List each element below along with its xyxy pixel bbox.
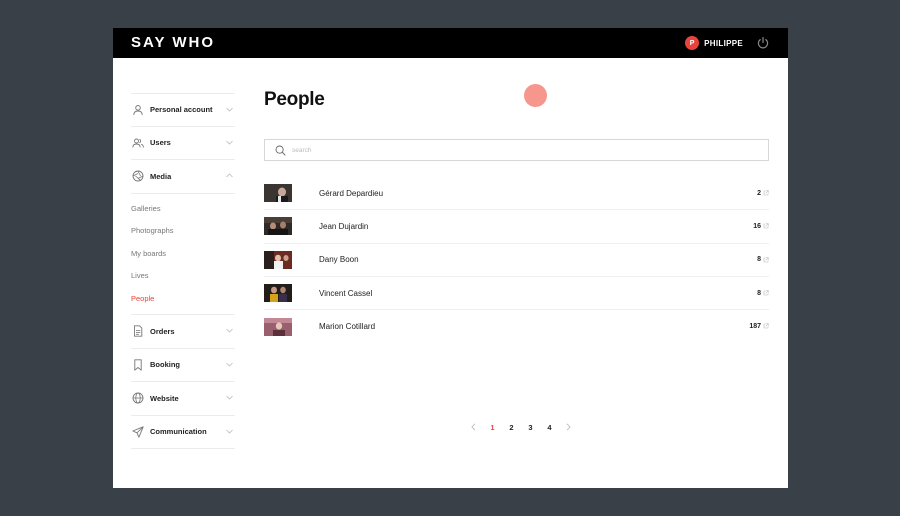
person-thumbnail[interactable] <box>264 284 292 303</box>
chevron-left-icon <box>471 423 476 431</box>
app-window: SAY WHO P PHILIPPE Personal account User <box>113 28 788 488</box>
page-3-button[interactable]: 3 <box>521 423 540 432</box>
chevron-down-icon <box>226 395 233 400</box>
logo[interactable]: SAY WHO <box>131 35 215 51</box>
link-icon[interactable] <box>763 223 769 229</box>
photo-count: 187 <box>749 323 761 331</box>
send-icon <box>132 426 144 438</box>
pagination: 1 2 3 4 <box>464 421 578 433</box>
page-title: People <box>264 89 325 110</box>
globe-icon <box>132 392 144 404</box>
link-icon[interactable] <box>763 256 769 263</box>
sidebar-item-communication[interactable]: Communication <box>131 416 235 449</box>
power-icon[interactable] <box>756 36 770 50</box>
person-thumbnail[interactable] <box>264 184 292 203</box>
users-icon <box>132 138 144 148</box>
user-name[interactable]: PHILIPPE <box>704 39 743 48</box>
sidebar-item-booking[interactable]: Booking <box>131 349 235 382</box>
link-icon[interactable] <box>763 323 769 329</box>
person-name[interactable]: Gérard Depardieu <box>319 189 383 198</box>
sidebar-item-label: Media <box>150 171 172 181</box>
person-thumbnail[interactable] <box>264 317 292 336</box>
sidebar-item-label: Orders <box>150 326 175 336</box>
chevron-down-icon <box>226 140 233 145</box>
sidebar-item-users[interactable]: Users <box>131 127 235 160</box>
sidebar-item-website[interactable]: Website <box>131 382 235 416</box>
sidebar-subitem-people[interactable]: People <box>131 288 235 311</box>
page-2-button[interactable]: 2 <box>502 423 521 432</box>
next-page-button[interactable] <box>559 423 578 431</box>
list-item[interactable]: Gérard Depardieu 2 <box>264 177 769 211</box>
cursor-indicator <box>524 84 547 107</box>
person-name[interactable]: Jean Dujardin <box>319 222 368 231</box>
media-submenu: Galleries Photographs My boards Lives Pe… <box>131 194 235 315</box>
person-thumbnail[interactable] <box>264 217 292 236</box>
sidebar-item-label: Communication <box>150 427 207 437</box>
chevron-down-icon <box>226 429 233 434</box>
list-item[interactable]: Jean Dujardin 16 <box>264 210 769 244</box>
main-content: People Gérard Depardieu 2 Jean D <box>264 88 769 432</box>
sidebar-item-personal-account[interactable]: Personal account <box>131 93 235 127</box>
search-icon <box>275 145 286 156</box>
photo-count: 16 <box>753 222 761 230</box>
aperture-icon <box>132 170 144 182</box>
sidebar-subitem-galleries[interactable]: Galleries <box>131 198 235 221</box>
sidebar-item-label: Booking <box>150 360 180 370</box>
document-icon <box>134 325 143 337</box>
list-item[interactable]: Marion Cotillard 187 <box>264 310 769 343</box>
sidebar-item-media[interactable]: Media <box>131 160 235 194</box>
avatar[interactable]: P <box>685 36 700 50</box>
link-icon[interactable] <box>763 290 769 296</box>
page-4-button[interactable]: 4 <box>540 423 559 432</box>
search-box[interactable] <box>264 139 769 161</box>
person-name[interactable]: Vincent Cassel <box>319 289 372 298</box>
sidebar: Personal account Users Media Galleries P… <box>131 93 235 449</box>
top-bar: SAY WHO P PHILIPPE <box>113 28 788 58</box>
people-list: Gérard Depardieu 2 Jean Dujardin 16 Dany… <box>264 177 769 343</box>
photo-count: 2 <box>757 189 761 197</box>
person-icon <box>133 104 143 115</box>
person-name[interactable]: Dany Boon <box>319 255 359 264</box>
person-name[interactable]: Marion Cotillard <box>319 322 375 331</box>
prev-page-button[interactable] <box>464 423 483 431</box>
sidebar-item-label: Website <box>150 393 179 403</box>
photo-count: 8 <box>757 256 761 264</box>
list-item[interactable]: Vincent Cassel 8 <box>264 277 769 311</box>
sidebar-subitem-my-boards[interactable]: My boards <box>131 243 235 266</box>
photo-count: 8 <box>757 289 761 297</box>
person-thumbnail[interactable] <box>264 250 292 269</box>
sidebar-item-orders[interactable]: Orders <box>131 315 235 349</box>
chevron-up-icon <box>226 173 233 178</box>
chevron-down-icon <box>226 328 233 333</box>
bookmark-icon <box>134 359 142 371</box>
search-input[interactable] <box>292 146 732 154</box>
link-icon[interactable] <box>763 190 769 196</box>
sidebar-item-label: Users <box>150 138 171 148</box>
page-1-button[interactable]: 1 <box>483 423 502 432</box>
chevron-right-icon <box>566 423 571 431</box>
chevron-down-icon <box>226 362 233 367</box>
sidebar-subitem-lives[interactable]: Lives <box>131 265 235 288</box>
sidebar-item-label: Personal account <box>150 105 213 115</box>
chevron-down-icon <box>226 107 233 112</box>
list-item[interactable]: Dany Boon 8 <box>264 244 769 277</box>
sidebar-subitem-photographs[interactable]: Photographs <box>131 220 235 243</box>
user-menu[interactable]: P PHILIPPE <box>685 36 743 50</box>
